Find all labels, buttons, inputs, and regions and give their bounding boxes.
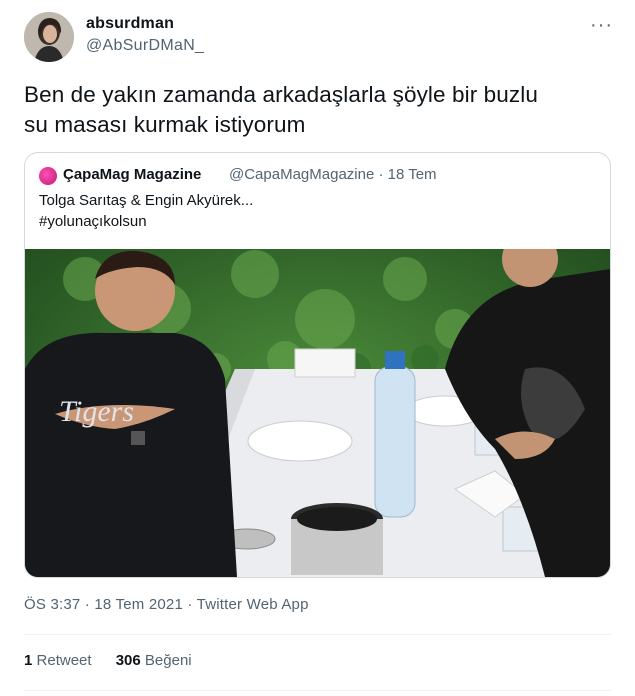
tweet-text-line: su masası kurmak istiyorum xyxy=(24,112,306,137)
divider xyxy=(24,690,611,691)
like-count: 306 xyxy=(115,652,141,669)
tweet-timestamp-source[interactable]: ÖS 3:37 · 18 Tem 2021 · Twitter Web App xyxy=(24,596,309,613)
quoted-tweet[interactable]: ÇapaMag Magazine @CapaMagMagazine · 18 T… xyxy=(24,152,611,578)
retweet-label: Retweet xyxy=(36,652,92,669)
tweet-text: Ben de yakın zamanda arkadaşlarla şöyle … xyxy=(24,80,609,140)
quoted-hashtag[interactable]: #yolunaçıkolsun xyxy=(39,213,147,230)
author-name[interactable]: absurdman xyxy=(86,15,174,33)
tweet-text-line: Ben de yakın zamanda arkadaşlarla şöyle … xyxy=(24,82,538,107)
quoted-text: Tolga Sarıtaş & Engin Akyürek... xyxy=(39,192,254,209)
retweet-stat[interactable]: 1 Retweet xyxy=(24,652,92,669)
divider xyxy=(24,634,611,635)
tweet-stats: 1 Retweet 306 Beğeni xyxy=(24,652,212,669)
like-stat[interactable]: 306 Beğeni xyxy=(116,652,192,669)
quoted-avatar[interactable] xyxy=(39,167,57,185)
retweet-count: 1 xyxy=(24,652,33,669)
author-handle[interactable]: @AbSurDMaN_ xyxy=(86,37,204,55)
more-options-icon[interactable]: ··· xyxy=(590,14,613,37)
photo-shirt-text: Tigers xyxy=(59,395,134,428)
quoted-photo[interactable]: Tigers xyxy=(25,249,610,577)
quoted-author-handle[interactable]: @CapaMagMagazine · 18 Tem xyxy=(229,166,437,183)
tweet-header: absurdman @AbSurDMaN_ ··· xyxy=(24,12,619,66)
avatar[interactable] xyxy=(24,12,74,62)
quoted-author-name[interactable]: ÇapaMag Magazine xyxy=(63,166,201,183)
like-label: Beğeni xyxy=(144,652,192,669)
avatar-image xyxy=(24,12,74,62)
photo-image: Tigers xyxy=(25,249,610,577)
